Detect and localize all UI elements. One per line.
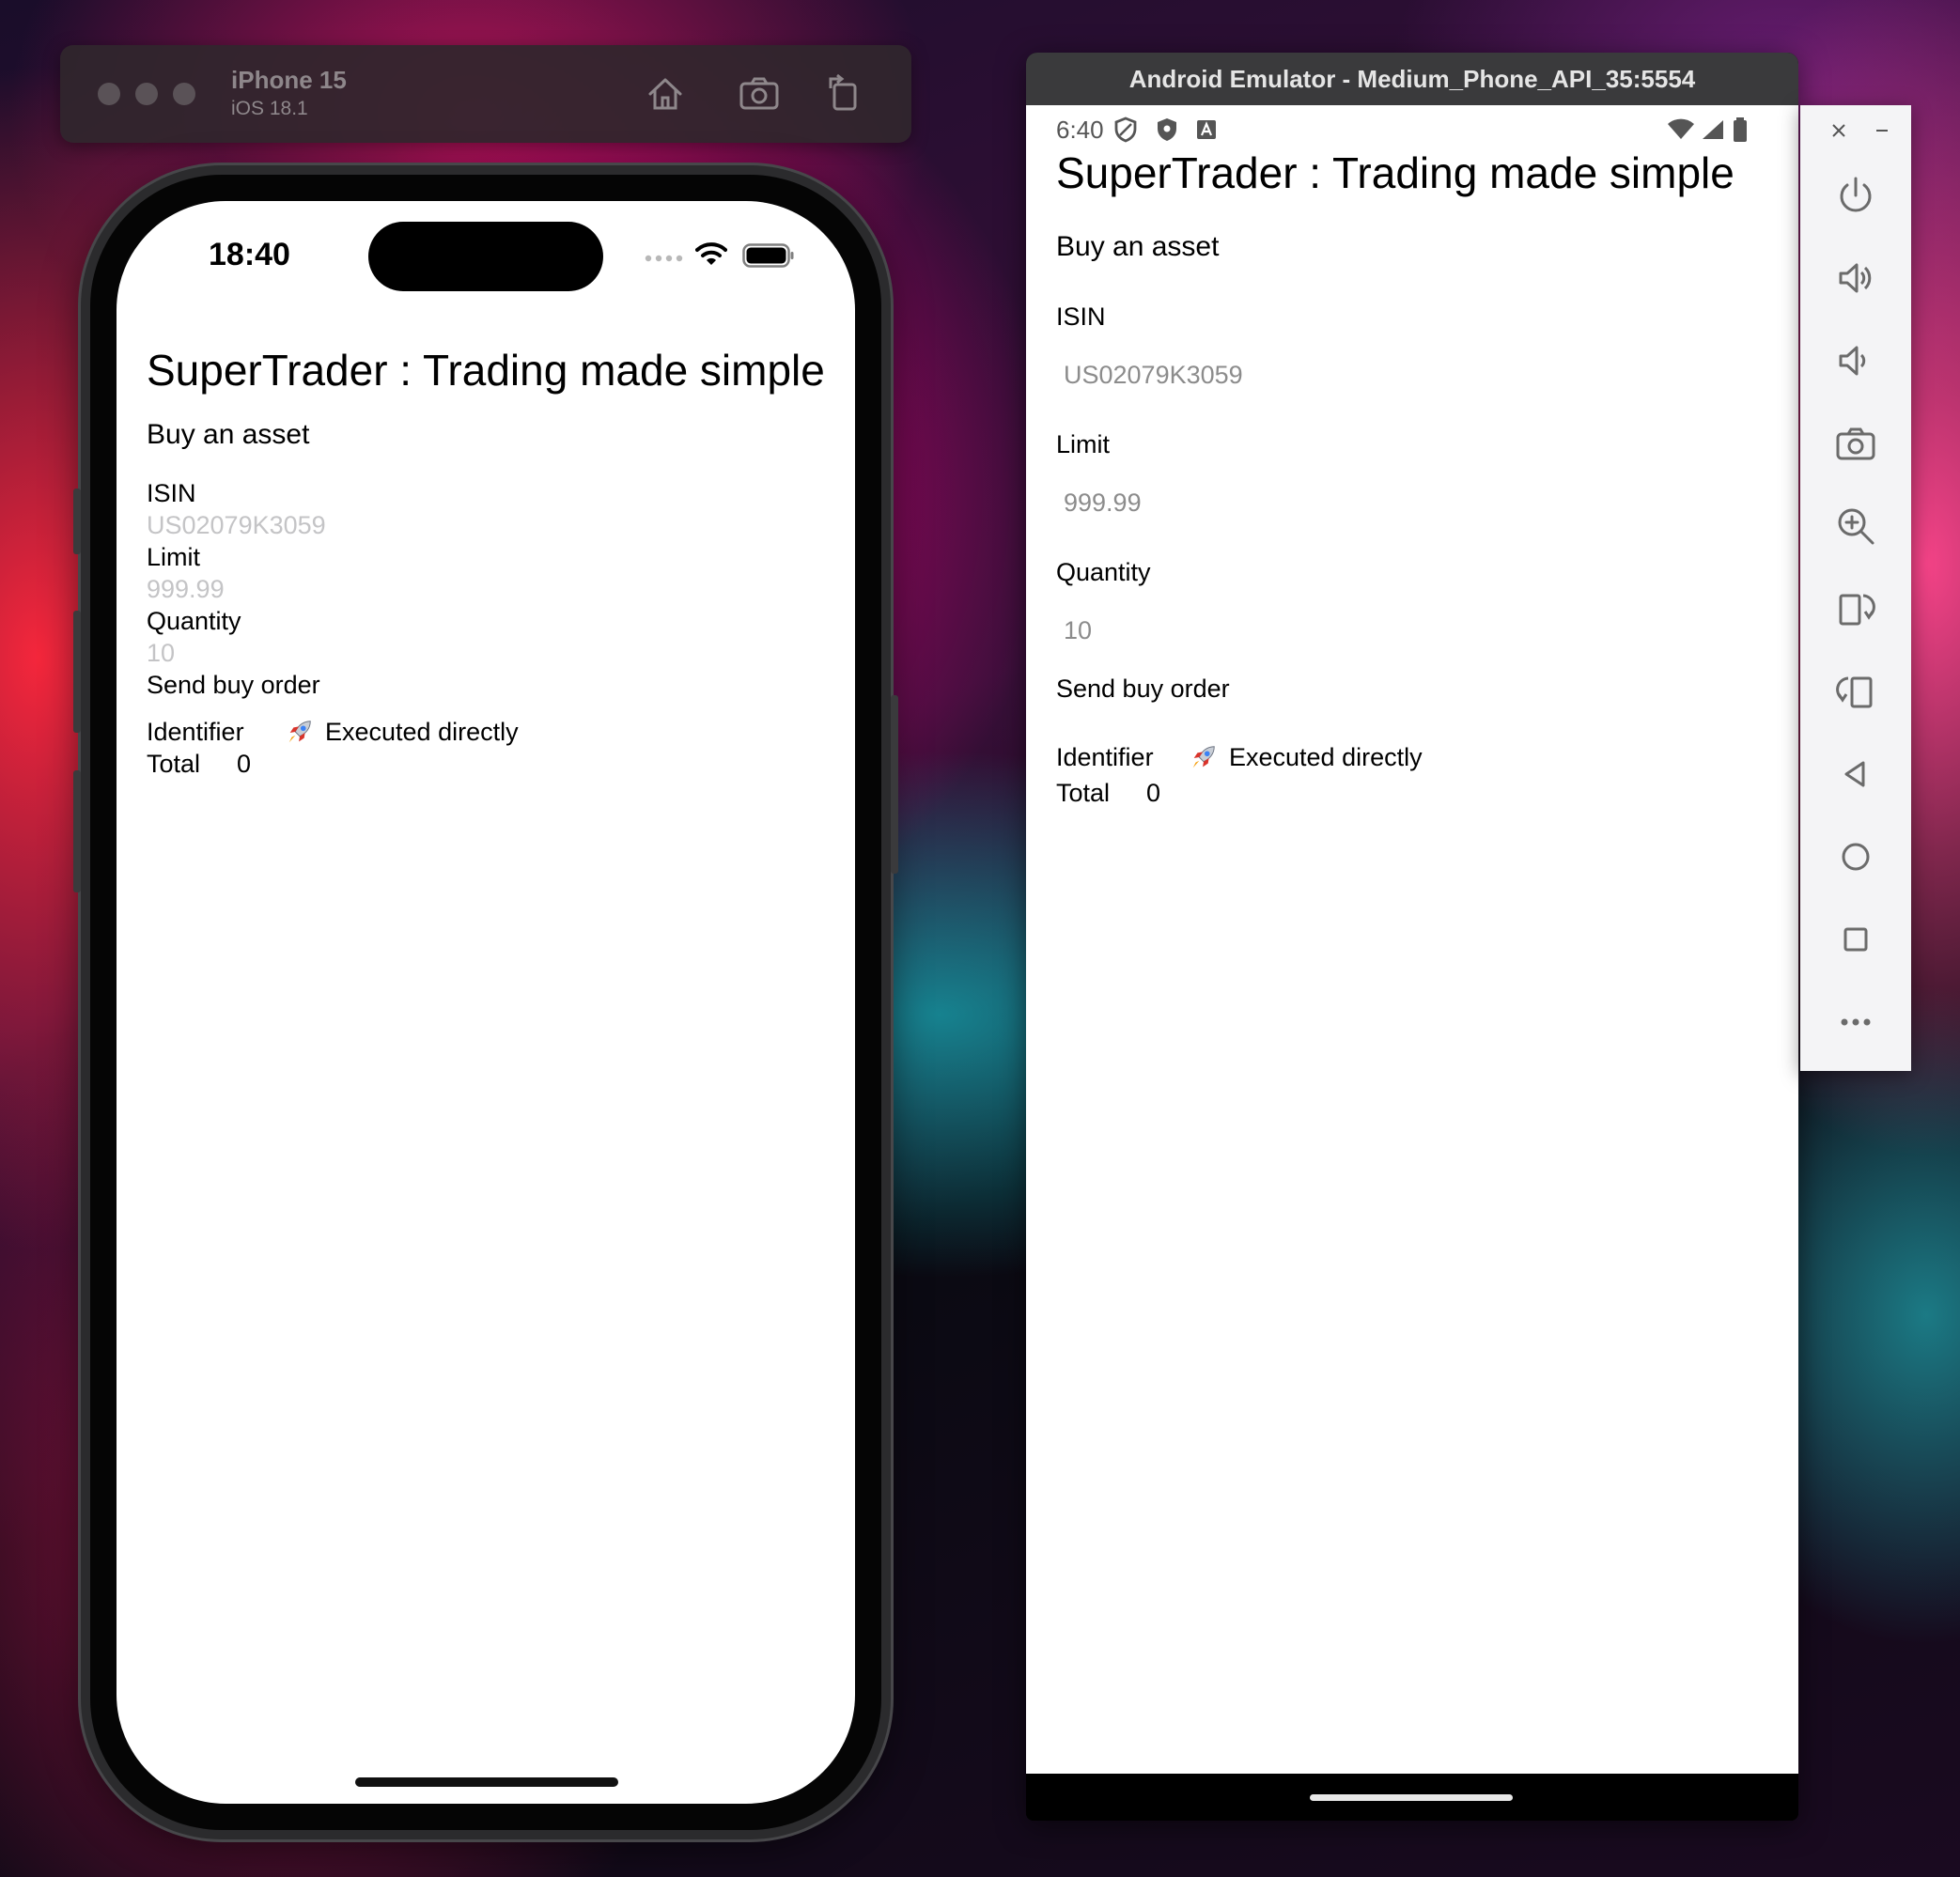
close-window-button[interactable]	[98, 83, 120, 105]
battery-icon	[1734, 117, 1747, 142]
isin-label: ISIN	[147, 479, 196, 507]
limit-label: Limit	[1056, 430, 1111, 458]
zoom-window-button[interactable]	[173, 83, 195, 105]
total-label: Total	[1056, 779, 1111, 807]
total-label: Total	[147, 750, 201, 778]
gesture-home-pill[interactable]	[1310, 1794, 1513, 1801]
android-emulator-window: Android Emulator - Medium_Phone_API_35:5…	[1026, 53, 1798, 1821]
screenshot-icon[interactable]	[737, 71, 782, 116]
emulator-title-bar: Android Emulator - Medium_Phone_API_35:5…	[1026, 53, 1798, 105]
vpn-shield-icon	[1114, 116, 1137, 143]
total-value: 0	[237, 750, 252, 778]
emulator-side-panel	[1800, 105, 1911, 1071]
identifier-row: Identifier Executed directly	[147, 716, 825, 748]
ios-simulator-toolbar: iPhone 15 iOS 18.1	[60, 45, 911, 143]
wifi-icon	[695, 242, 727, 265]
dynamic-island	[368, 222, 603, 291]
minimize-icon[interactable]	[1872, 120, 1892, 141]
iphone-power-button	[891, 695, 898, 874]
quantity-label: Quantity	[147, 607, 241, 635]
limit-input[interactable]	[147, 573, 522, 605]
app-title: SuperTrader : Trading made simple	[1056, 148, 1734, 197]
overview-icon[interactable]	[1833, 917, 1878, 962]
quantity-label: Quantity	[1056, 558, 1151, 586]
accessibility-icon	[1196, 120, 1216, 139]
identifier-value: Executed directly	[1229, 743, 1423, 771]
ios-status-time: 18:40	[209, 237, 290, 272]
send-buy-order-button[interactable]: Send buy order	[147, 669, 320, 701]
iphone-volume-up-button	[73, 611, 81, 733]
wifi-icon	[1668, 118, 1694, 139]
ios-home-indicator[interactable]	[355, 1777, 618, 1787]
send-buy-order-button[interactable]: Send buy order	[1056, 675, 1230, 704]
limit-input[interactable]	[1056, 487, 1439, 519]
iphone-action-button	[73, 489, 81, 554]
security-shield-icon	[1157, 118, 1176, 141]
rotate-icon[interactable]	[821, 71, 866, 116]
app-title: SuperTrader : Trading made simple	[147, 346, 825, 395]
android-nav-bar	[1026, 1774, 1798, 1821]
app-subtitle: Buy an asset	[147, 419, 310, 450]
total-row: Total 0	[147, 748, 825, 780]
isin-input[interactable]	[147, 509, 522, 541]
back-icon[interactable]	[1833, 752, 1878, 797]
android-status-bar: 6:40	[1056, 113, 1217, 147]
volume-up-icon[interactable]	[1833, 256, 1878, 301]
buy-order-form: ISIN Limit Quantity Send buy order Ident…	[1056, 301, 1734, 811]
total-value: 0	[1146, 779, 1161, 807]
home-icon[interactable]	[1833, 834, 1878, 879]
power-icon[interactable]	[1833, 173, 1878, 218]
simulator-device-name: iPhone 15	[231, 66, 347, 94]
quantity-input[interactable]	[147, 637, 522, 669]
rocket-icon	[288, 721, 311, 743]
android-status-time: 6:40	[1056, 115, 1104, 144]
android-app-content: SuperTrader : Trading made simple Buy an…	[1056, 143, 1734, 811]
buy-order-form: ISIN Limit Quantity Send buy order Ident…	[147, 477, 825, 780]
identifier-label: Identifier	[147, 718, 244, 746]
cell-signal-icon	[1703, 120, 1723, 139]
rotate-right-icon[interactable]	[1833, 669, 1878, 714]
isin-input[interactable]	[1056, 359, 1439, 391]
isin-label: ISIN	[1056, 302, 1106, 331]
iphone-screen: 18:40 SuperTrader : Trading made simple …	[117, 201, 855, 1804]
ios-app-content: SuperTrader : Trading made simple Buy an…	[147, 342, 825, 780]
app-subtitle: Buy an asset	[1056, 231, 1220, 262]
camera-icon[interactable]	[1833, 421, 1878, 466]
quantity-input[interactable]	[1056, 614, 1439, 646]
rotate-left-icon[interactable]	[1833, 586, 1878, 631]
identifier-row: Identifier Executed directly	[1056, 739, 1734, 775]
order-result: Identifier Executed directly Total 0	[1056, 739, 1734, 811]
home-icon[interactable]	[643, 71, 688, 116]
limit-label: Limit	[147, 543, 201, 571]
zoom-icon[interactable]	[1833, 504, 1878, 549]
identifier-label: Identifier	[1056, 743, 1154, 771]
iphone-volume-down-button	[73, 770, 81, 892]
signal-icon	[645, 255, 683, 262]
android-screen: 6:40 SuperTrader: Trading made simple B…	[1026, 105, 1798, 1774]
battery-icon	[742, 243, 794, 268]
android-status-icons	[1667, 115, 1750, 145]
total-row: Total 0	[1056, 775, 1734, 811]
identifier-value: Executed directly	[325, 718, 519, 746]
rocket-icon	[1192, 746, 1215, 768]
more-icon[interactable]	[1833, 1000, 1878, 1045]
close-icon[interactable]	[1828, 120, 1849, 141]
volume-down-icon[interactable]	[1833, 338, 1878, 383]
simulator-os-version: iOS 18.1	[231, 98, 308, 119]
minimize-window-button[interactable]	[135, 83, 158, 105]
